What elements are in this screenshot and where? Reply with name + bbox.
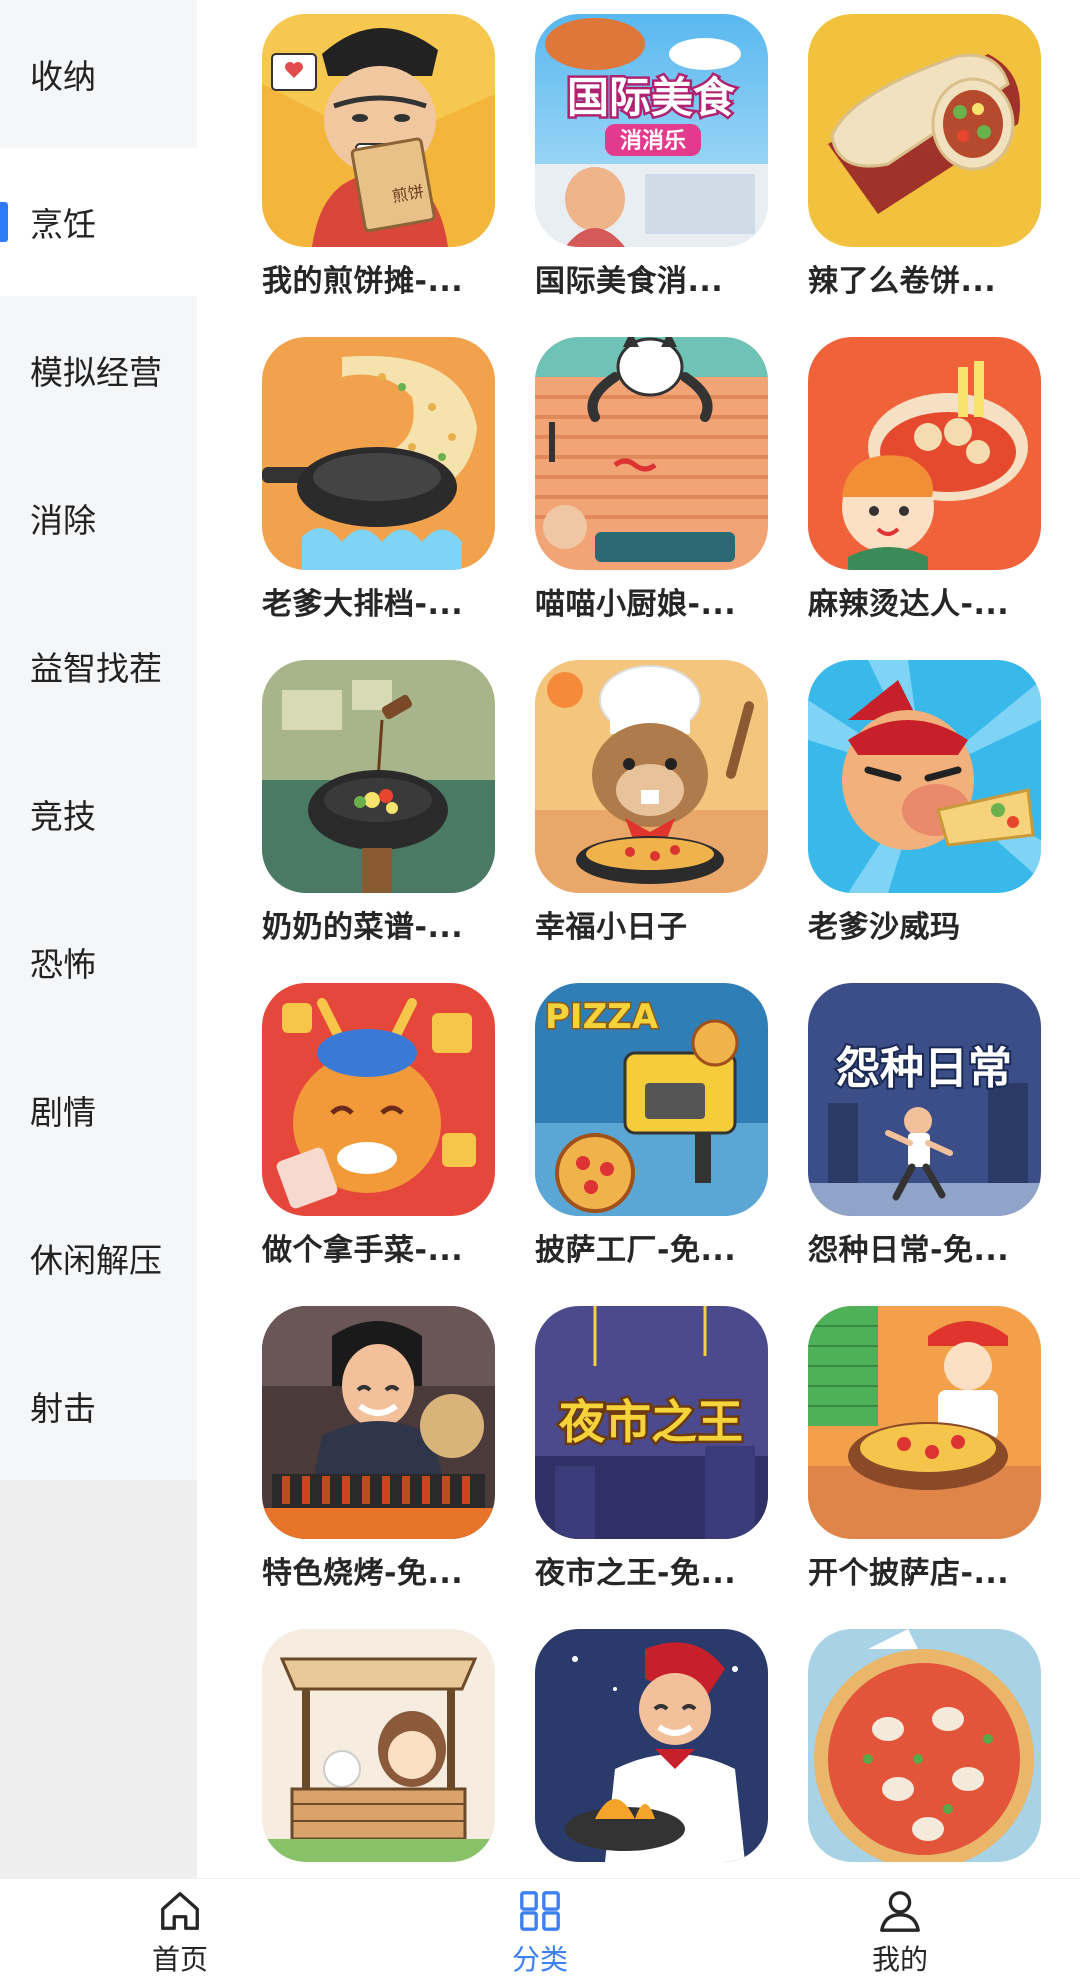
game-card[interactable] (535, 1629, 768, 1878)
game-title: 麻辣烫达人-... (808, 587, 1010, 622)
game-title: 国际美食消... (535, 264, 724, 299)
tab-label: 我的 (871, 1943, 928, 1976)
spicy-hotpot-icon (808, 337, 1041, 570)
game-grid-area: 煎饼 我的煎饼摊-... 国际美食 消消乐 国际美食消... 辣了么卷饼... … (197, 0, 1080, 1878)
tab-label: 首页 (151, 1943, 208, 1976)
category-list: 收纳 烹饪 模拟经营 消除 益智找茬 竞技 恐怖 剧情 休闲解压 射击 (0, 0, 197, 1480)
sidebar-item-label: 收纳 (30, 57, 96, 96)
game-card[interactable]: 辣了么卷饼... (808, 14, 1041, 337)
game-card[interactable]: 夜市之王 夜市之王-免... (535, 1306, 768, 1629)
burrito-icon (808, 14, 1041, 247)
game-card[interactable]: 老爹沙威玛 (808, 660, 1041, 983)
game-title: 披萨工厂-免... (535, 1233, 737, 1268)
sidebar-item-story[interactable]: 剧情 (0, 1036, 197, 1184)
sidebar-item-horror[interactable]: 恐怖 (0, 888, 197, 1036)
tab-label: 分类 (511, 1943, 568, 1976)
game-card[interactable]: PIZZA 披萨工厂-免... (535, 983, 768, 1306)
grandma-wok-icon (262, 660, 495, 893)
game-title: 幸福小日子 (535, 910, 688, 945)
profile-icon (880, 1891, 920, 1932)
game-title: 怨种日常-免... (808, 1233, 1010, 1268)
dragon-dance-icon (262, 983, 495, 1216)
sidebar-item-simulation[interactable]: 模拟经营 (0, 296, 197, 444)
shawarma-man-icon (808, 660, 1041, 893)
game-grid: 煎饼 我的煎饼摊-... 国际美食 消消乐 国际美食消... 辣了么卷饼... … (262, 14, 1041, 1878)
sidebar-item-label: 益智找茬 (30, 649, 162, 688)
game-card[interactable]: 老爹大排档-... (262, 337, 495, 660)
svg-text:国际美食: 国际美食 (567, 73, 736, 122)
game-title: 奶奶的菜谱-... (262, 910, 464, 945)
sidebar-item-puzzle[interactable]: 益智找茬 (0, 592, 197, 740)
sidebar-item-label: 休闲解压 (30, 1241, 162, 1280)
sidebar-item-shooting[interactable]: 射击 (0, 1332, 197, 1480)
game-card[interactable]: 喵喵小厨娘-... (535, 337, 768, 660)
svg-text:消消乐: 消消乐 (620, 129, 686, 154)
game-card[interactable]: 煎饼 我的煎饼摊-... (262, 14, 495, 337)
pizza-shop-icon (808, 1306, 1041, 1539)
sidebar-item-match[interactable]: 消除 (0, 444, 197, 592)
sidebar-item-casual[interactable]: 休闲解压 (0, 1184, 197, 1332)
night-market-icon: 夜市之王 (535, 1306, 768, 1539)
game-title: 做个拿手菜-... (262, 1233, 464, 1268)
game-title: 老爹沙威玛 (808, 910, 961, 945)
sidebar-item-label: 模拟经营 (30, 353, 162, 392)
game-card[interactable] (808, 1629, 1041, 1878)
sidebar-item-label: 恐怖 (30, 945, 96, 984)
sidebar-item-competitive[interactable]: 竞技 (0, 740, 197, 888)
sidebar-item-label: 烹饪 (30, 205, 96, 244)
category-sidebar: 收纳 烹饪 模拟经营 消除 益智找茬 竞技 恐怖 剧情 休闲解压 射击 (0, 0, 197, 1878)
home-icon (161, 1892, 199, 1930)
game-title: 特色烧烤-免... (262, 1556, 464, 1591)
game-title: 开个披萨店-... (808, 1556, 1010, 1591)
sidebar-item-label: 消除 (30, 501, 96, 540)
game-card[interactable]: 国际美食 消消乐 国际美食消... (535, 14, 768, 337)
international-food-icon: 国际美食 消消乐 (535, 14, 768, 247)
svg-text:PIZZA: PIZZA (545, 997, 659, 1037)
food-stall-girl-icon (262, 1629, 495, 1862)
svg-text:夜市之王: 夜市之王 (558, 1395, 743, 1449)
pizza-factory-icon: PIZZA (535, 983, 768, 1216)
sidebar-item-label: 射击 (30, 1389, 96, 1428)
category-grid-icon (520, 1891, 560, 1931)
sidebar-item-cooking[interactable]: 烹饪 (0, 148, 197, 296)
game-title: 老爹大排档-... (262, 587, 464, 622)
game-card[interactable]: 怨种日常 怨种日常-免... (808, 983, 1041, 1306)
svg-text:怨种日常: 怨种日常 (836, 1043, 1012, 1094)
game-card[interactable]: 特色烧烤-免... (262, 1306, 495, 1629)
tab-profile[interactable]: 我的 (720, 1879, 1080, 1987)
app-screen: 收纳 烹饪 模拟经营 消除 益智找茬 竞技 恐怖 剧情 休闲解压 射击 煎饼 我… (0, 0, 1080, 1987)
wok-fried-rice-icon (262, 337, 495, 570)
game-card[interactable]: 开个披萨店-... (808, 1306, 1041, 1629)
beaver-pizza-chef-icon (535, 660, 768, 893)
sidebar-item-storage[interactable]: 收纳 (0, 0, 197, 148)
pancake-stall-icon: 煎饼 (262, 14, 495, 247)
bottom-tab-bar: 首页 分类 我的 (0, 1878, 1080, 1987)
game-title: 喵喵小厨娘-... (535, 587, 737, 622)
daily-life-runner-icon: 怨种日常 (808, 983, 1041, 1216)
game-card[interactable]: 奶奶的菜谱-... (262, 660, 495, 983)
game-card[interactable]: 麻辣烫达人-... (808, 337, 1041, 660)
game-card[interactable]: 做个拿手菜-... (262, 983, 495, 1306)
shrimp-pizza-icon (808, 1629, 1041, 1862)
game-card[interactable] (262, 1629, 495, 1878)
game-title: 夜市之王-免... (535, 1556, 737, 1591)
tab-home[interactable]: 首页 (0, 1879, 360, 1987)
game-card[interactable]: 幸福小日子 (535, 660, 768, 983)
game-title: 我的煎饼摊-... (262, 264, 464, 299)
sidebar-item-label: 竞技 (30, 797, 96, 836)
sidebar-item-label: 剧情 (30, 1093, 96, 1132)
tab-category[interactable]: 分类 (360, 1879, 720, 1987)
game-title: 辣了么卷饼... (808, 264, 997, 299)
bbq-grill-icon (262, 1306, 495, 1539)
chef-cooking-icon (535, 1629, 768, 1862)
cat-chef-icon (535, 337, 768, 570)
